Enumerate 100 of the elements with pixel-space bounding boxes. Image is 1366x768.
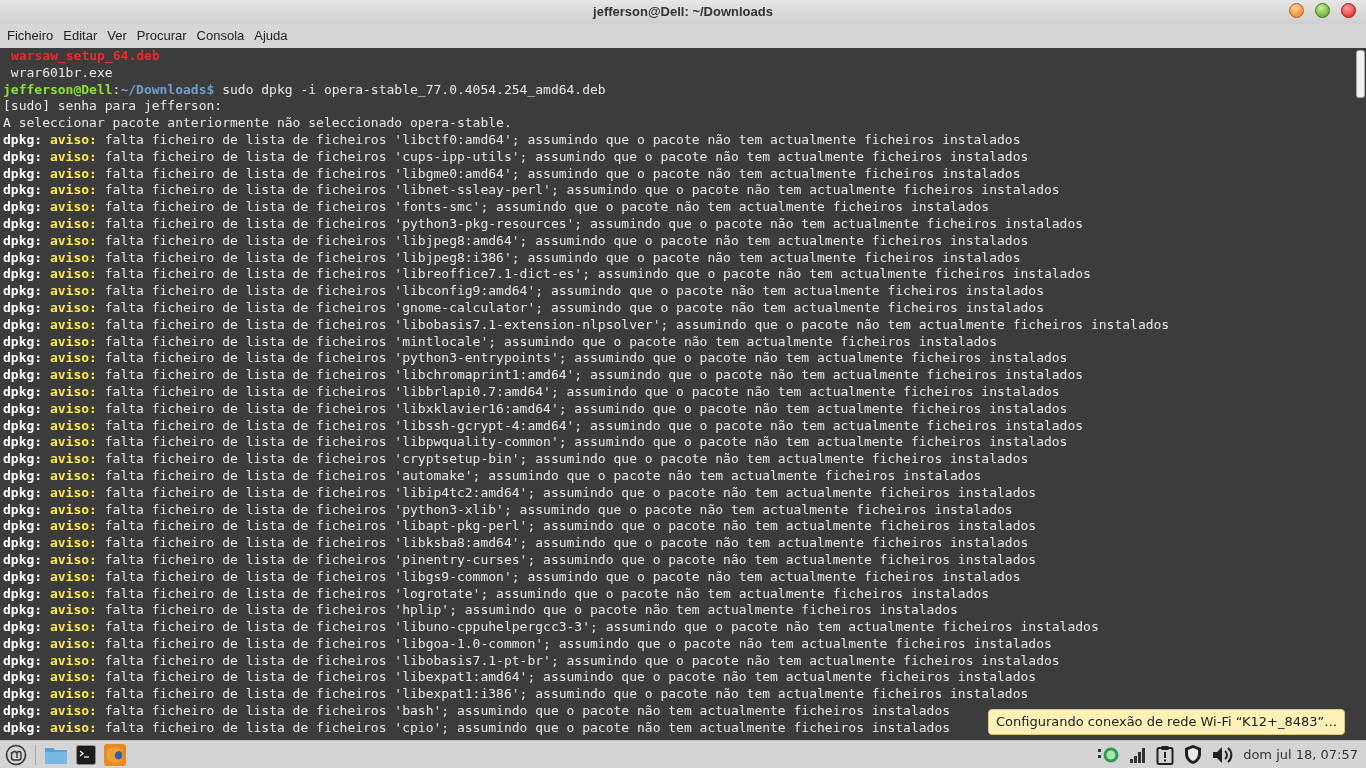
message-text: falta ficheiro de lista de ficheiros 'cryptsetup-bin'; assumindo que o pacote não tem actualmente ficheiros instalados	[104, 451, 1029, 467]
dpkg-label: dpkg:	[3, 467, 43, 483]
warning-label: aviso:	[49, 501, 97, 517]
warning-label: aviso:	[49, 518, 97, 534]
warning-label: aviso:	[49, 316, 97, 332]
dpkg-label: dpkg:	[3, 451, 43, 467]
warning-label: aviso:	[49, 132, 97, 147]
message-text: falta ficheiro de lista de ficheiros 'mintlocale'; assumindo que o pacote não tem actualmente ficheiros instalados	[104, 333, 997, 349]
dpkg-label: dpkg:	[3, 132, 43, 147]
terminal-icon[interactable]	[76, 744, 96, 765]
warning-label: aviso:	[49, 484, 97, 500]
dpkg-label: dpkg:	[3, 568, 43, 584]
warning-label: aviso:	[49, 266, 97, 282]
dpkg-label: dpkg:	[3, 551, 43, 567]
dpkg-label: dpkg:	[3, 501, 43, 517]
dpkg-label: dpkg:	[3, 518, 43, 534]
message-text: falta ficheiro de lista de ficheiros 'libctf0:amd64'; assumindo que o pacote não tem actualmente ficheiros instalados	[104, 132, 1021, 147]
message-text: falta ficheiro de lista de ficheiros 'python3-pkg-resources'; assumindo que o pacote não tem actualmente ficheiros instalados	[104, 215, 1084, 231]
close-button[interactable]	[1341, 3, 1356, 18]
dpkg-label: dpkg:	[3, 350, 43, 366]
message-text: falta ficheiro de lista de ficheiros 'logrotate'; assumindo que o pacote não tem actualmente ficheiros instalados	[104, 585, 990, 601]
warning-label: aviso:	[49, 451, 97, 467]
maximize-button[interactable]	[1315, 3, 1330, 18]
dpkg-label: dpkg:	[3, 686, 43, 702]
message-text: falta ficheiro de lista de ficheiros 'libgoa-1.0-common'; assumindo que o pacote não tem actualmente ficheiros instalados	[104, 635, 1052, 651]
message-text: falta ficheiro de lista de ficheiros 'python3-xlib'; assumindo que o pacote não tem actualmente ficheiros instalados	[104, 501, 1013, 517]
warning-label: aviso:	[49, 467, 97, 483]
warning-label: aviso:	[49, 434, 97, 450]
menu-item[interactable]: Editar	[58, 26, 103, 46]
menu-item[interactable]: Ficheiro	[2, 26, 59, 46]
message-text: falta ficheiro de lista de ficheiros 'pinentry-curses'; assumindo que o pacote não tem actualmente ficheiros instalados	[104, 551, 1037, 567]
message-text: falta ficheiro de lista de ficheiros 'libconfig9:amd64'; assumindo que o pacote não tem actualmente ficheiros instalados	[104, 283, 1044, 299]
message-text: falta ficheiro de lista de ficheiros 'libssh-gcrypt-4:amd64'; assumindo que o pacote não tem actualmente ficheiros instalados	[104, 417, 1084, 433]
message-text: falta ficheiro de lista de ficheiros 'libbrlapi0.7:amd64'; assumindo que o pacote não tem actualmente ficheiros instalados	[104, 383, 1060, 399]
message-text: falta ficheiro de lista de ficheiros 'libjpeg8:amd64'; assumindo que o pacote não tem actualmente ficheiros instalados	[104, 232, 1029, 248]
message-text: falta ficheiro de lista de ficheiros 'libapt-pkg-perl'; assumindo que o pacote não tem actualmente ficheiros instalados	[104, 518, 1037, 534]
warning-label: aviso:	[49, 148, 97, 164]
dpkg-label: dpkg:	[3, 299, 43, 315]
warning-label: aviso:	[49, 568, 97, 584]
signal-icon[interactable]	[1129, 746, 1148, 763]
command-text: sudo dpkg -i opera-stable_77.0.4054.254_amd64.deb	[222, 81, 606, 97]
dpkg-label: dpkg:	[3, 484, 43, 500]
dpkg-label: dpkg:	[3, 316, 43, 332]
dpkg-label: dpkg:	[3, 266, 43, 282]
message-text: falta ficheiro de lista de ficheiros 'libksba8:amd64'; assumindo que o pacote não tem actualmente ficheiros instalados	[104, 535, 1029, 551]
warning-label: aviso:	[49, 165, 97, 181]
terminal-line: [sudo] senha para jefferson:	[3, 98, 223, 114]
dpkg-label: dpkg:	[3, 333, 43, 349]
mint-menu-icon[interactable]	[5, 743, 27, 766]
warning-label: aviso:	[49, 417, 97, 433]
message-text: falta ficheiro de lista de ficheiros 'gnome-calculator'; assumindo que o pacote não tem actualmente ficheiros instalados	[104, 299, 1044, 315]
message-text: falta ficheiro de lista de ficheiros 'python3-entrypoints'; assumindo que o pacote não tem actualmente ficheiros instalados	[104, 350, 1068, 366]
notification-tooltip: Configurando conexão de rede Wi-Fi “K12+_8483”…	[988, 709, 1346, 735]
dpkg-label: dpkg:	[3, 652, 43, 668]
warning-label: aviso:	[49, 719, 97, 735]
warning-label: aviso:	[49, 182, 97, 198]
volume-icon[interactable]	[1212, 745, 1235, 764]
scrollbar-thumb[interactable]	[1356, 50, 1365, 98]
warning-label: aviso:	[49, 215, 97, 231]
message-text: falta ficheiro de lista de ficheiros 'libuno-cppuhelpergcc3-3'; assumindo que o pacote não tem actualmente ficheiros instalados	[104, 619, 1099, 635]
warning-label: aviso:	[49, 703, 97, 719]
message-text: falta ficheiro de lista de ficheiros 'hplip'; assumindo que o pacote não tem actualmente ficheiros instalados	[104, 602, 958, 618]
message-text: falta ficheiro de lista de ficheiros 'libexpat1:amd64'; assumindo que o pacote não tem actualmente ficheiros instalados	[104, 669, 1037, 685]
message-text: falta ficheiro de lista de ficheiros 'bash'; assumindo que o pacote não tem actualmente ficheiros instalados	[104, 703, 951, 719]
warning-label: aviso:	[49, 350, 97, 366]
dpkg-label: dpkg:	[3, 535, 43, 551]
dpkg-label: dpkg:	[3, 417, 43, 433]
menu-item[interactable]: Ver	[102, 26, 132, 46]
dpkg-label: dpkg:	[3, 434, 43, 450]
message-text: falta ficheiro de lista de ficheiros 'libgme0:amd64'; assumindo que o pacote não tem actualmente ficheiros instalados	[104, 165, 1021, 181]
dpkg-label: dpkg:	[3, 182, 43, 198]
dpkg-label: dpkg:	[3, 283, 43, 299]
prompt-separator: :	[112, 81, 121, 97]
dpkg-label: dpkg:	[3, 165, 43, 181]
warning-label: aviso:	[49, 249, 97, 265]
warning-label: aviso:	[49, 669, 97, 685]
warning-label: aviso:	[49, 619, 97, 635]
message-text: falta ficheiro de lista de ficheiros 'libgs9-common'; assumindo que o pacote não tem actualmente ficheiros instalados	[104, 568, 1021, 584]
warning-label: aviso:	[49, 333, 97, 349]
chat-icon[interactable]	[1098, 745, 1121, 764]
prompt-path: ~/Downloads$	[120, 81, 215, 97]
menu-item[interactable]: Consola	[191, 26, 250, 46]
message-text: falta ficheiro de lista de ficheiros 'libxklavier16:amd64'; assumindo que o pacote não tem actualmente ficheiros instalados	[104, 400, 1068, 416]
dpkg-label: dpkg:	[3, 619, 43, 635]
message-text: falta ficheiro de lista de ficheiros 'libexpat1:i386'; assumindo que o pacote não tem actualmente ficheiros instalados	[104, 686, 1029, 702]
menu-item[interactable]: Procurar	[131, 26, 192, 46]
shield-icon[interactable]	[1183, 744, 1204, 765]
dpkg-label: dpkg:	[3, 585, 43, 601]
window-title: jefferson@Dell: ~/Downloads	[593, 3, 773, 22]
message-text: falta ficheiro de lista de ficheiros 'libobasis7.1-pt-br'; assumindo que o pacote não tem actualmente ficheiros instalados	[104, 652, 1060, 668]
warning-label: aviso:	[49, 602, 97, 618]
minimize-button[interactable]	[1289, 3, 1304, 18]
dpkg-label: dpkg:	[3, 669, 43, 685]
warning-label: aviso:	[49, 367, 97, 383]
clipboard-alert-icon[interactable]	[1156, 744, 1175, 765]
menu-item[interactable]: Ajuda	[249, 26, 293, 46]
dpkg-label: dpkg:	[3, 400, 43, 416]
clock-text[interactable]: dom jul 18, 07:57	[1243, 744, 1358, 765]
message-text: falta ficheiro de lista de ficheiros 'cups-ipp-utils'; assumindo que o pacote não tem actualmente ficheiros instalados	[104, 148, 1029, 164]
message-text: falta ficheiro de lista de ficheiros 'fonts-smc'; assumindo que o pacote não tem actualmente ficheiros instalados	[104, 199, 990, 215]
